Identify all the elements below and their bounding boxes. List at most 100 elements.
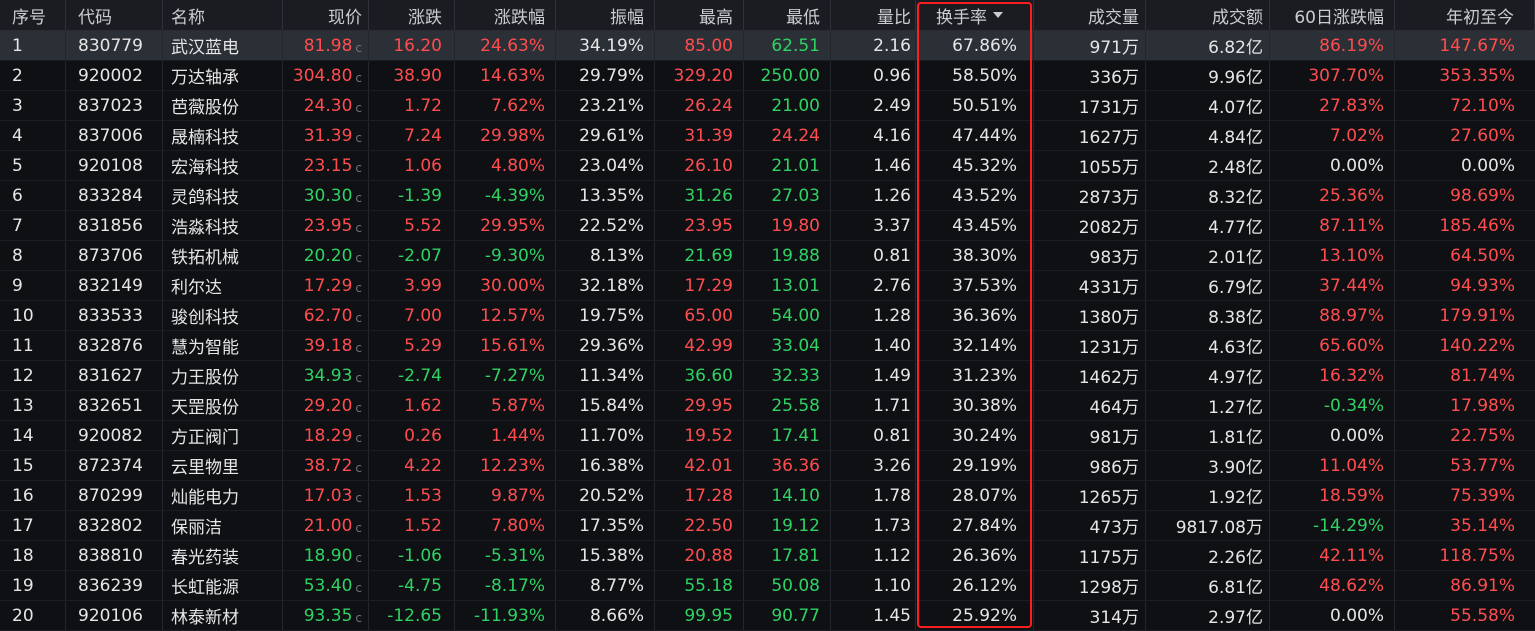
name-cell-value: 保丽洁	[171, 518, 222, 538]
table-row[interactable]: 15 872374 云里物里 38.72 c 4.22 12.23% 16.38% 42.01 3…	[0, 451, 1535, 481]
ytd-change-cell: 81.74%	[1395, 361, 1535, 390]
code-cell: 870299	[66, 481, 163, 510]
table-row[interactable]: 14 920082 方正阀门 18.29 c 0.26 1.44% 11.70% 19.52 17…	[0, 421, 1535, 451]
col-header-ytd[interactable]: 年初至今	[1395, 0, 1535, 30]
amplitude-cell: 13.35%	[556, 181, 655, 210]
low-cell: 25.58	[744, 391, 831, 420]
volume-cell-value: 314万	[1089, 608, 1139, 628]
volume-cell: 1231万	[1034, 331, 1146, 360]
turnover-cell: 27.84%	[916, 511, 1034, 540]
table-row[interactable]: 2 920002 万达轴承 304.80 c 38.90 14.63% 29.79% 329.2…	[0, 61, 1535, 91]
amplitude-cell-value: 23.21%	[579, 95, 644, 116]
volume-cell: 1175万	[1034, 541, 1146, 570]
table-row[interactable]: 11 832876 慧为智能 39.18 c 5.29 15.61% 29.36% 42.99 3…	[0, 331, 1535, 361]
amplitude-cell: 8.66%	[556, 601, 655, 630]
volume-cell-value: 983万	[1089, 248, 1139, 268]
high-cell-value: 23.95	[684, 215, 733, 236]
amplitude-cell-value: 13.35%	[579, 185, 644, 206]
table-row[interactable]: 7 831856 浩淼科技 23.95 c 5.52 29.95% 22.52% 23.95 19…	[0, 211, 1535, 241]
name-cell-value: 武汉蓝电	[171, 38, 239, 58]
col-header-name[interactable]: 名称	[163, 0, 283, 30]
low-cell: 50.08	[744, 571, 831, 600]
volume-cell-value: 1380万	[1078, 308, 1139, 328]
low-cell: 250.00	[744, 61, 831, 90]
price-flag-c: c	[355, 40, 362, 55]
code-cell: 830779	[66, 31, 163, 60]
amplitude-cell-value: 22.52%	[579, 215, 644, 236]
table-row[interactable]: 8 873706 铁拓机械 20.20 c -2.07 -9.30% 8.13% 21.69 19…	[0, 241, 1535, 271]
high-cell: 22.50	[655, 511, 744, 540]
amount-cell: 8.38亿	[1146, 301, 1270, 330]
high-cell-value: 85.00	[684, 35, 733, 56]
volume-cell: 981万	[1034, 421, 1146, 450]
col-header-high[interactable]: 最高	[655, 0, 744, 30]
table-row[interactable]: 16 870299 灿能电力 17.03 c 1.53 9.87% 20.52% 17.28 14…	[0, 481, 1535, 511]
price-cell: 38.72 c	[283, 451, 369, 480]
price-flag-c: c	[355, 280, 362, 295]
vol-ratio-cell-value: 0.81	[873, 245, 911, 266]
ytd-change-cell-value: 94.93%	[1450, 275, 1515, 296]
col-header-idx[interactable]: 序号	[0, 0, 66, 30]
col-header-change[interactable]: 涨跌	[369, 0, 455, 30]
60d-change-cell-value: 86.19%	[1319, 35, 1384, 56]
table-row[interactable]: 3 837023 芭薇股份 24.30 c 1.72 7.62% 23.21% 26.24 21.…	[0, 91, 1535, 121]
name-cell: 骏创科技	[163, 301, 283, 330]
table-row[interactable]: 5 920108 宏海科技 23.15 c 1.06 4.80% 23.04% 26.10 21.…	[0, 151, 1535, 181]
table-row[interactable]: 18 838810 春光药装 18.90 c -1.06 -5.31% 15.38% 20.88…	[0, 541, 1535, 571]
table-row[interactable]: 10 833533 骏创科技 62.70 c 7.00 12.57% 19.75% 65.00 5…	[0, 301, 1535, 331]
idx-cell-value: 18	[12, 545, 34, 566]
table-row[interactable]: 20 920106 林泰新材 93.35 c -12.65 -11.93% 8.66% 99.9…	[0, 601, 1535, 631]
table-row[interactable]: 19 836239 长虹能源 53.40 c -4.75 -8.17% 8.77% 55.18 5…	[0, 571, 1535, 601]
vol-ratio-cell-value: 3.37	[873, 215, 911, 236]
table-row[interactable]: 4 837006 晟楠科技 31.39 c 7.24 29.98% 29.61% 31.39 24…	[0, 121, 1535, 151]
volume-cell: 4331万	[1034, 271, 1146, 300]
change-cell: 4.22	[369, 451, 455, 480]
60d-change-cell-value: -0.34%	[1323, 395, 1384, 416]
volume-cell-value: 986万	[1089, 458, 1139, 478]
code-cell-value: 920082	[78, 425, 143, 446]
table-row[interactable]: 6 833284 灵鸽科技 30.30 c -1.39 -4.39% 13.35% 31.26 2…	[0, 181, 1535, 211]
high-cell: 29.95	[655, 391, 744, 420]
change-cell-value: -1.39	[398, 185, 442, 206]
turnover-cell-value: 26.12%	[952, 575, 1017, 596]
col-header-vol-ratio[interactable]: 量比	[831, 0, 916, 30]
price-cell-value: 38.72	[303, 455, 353, 476]
ytd-change-cell-value: 353.35%	[1439, 65, 1515, 86]
code-cell-value: 870299	[78, 485, 143, 506]
60d-change-cell-value: 307.70%	[1308, 65, 1384, 86]
vol-ratio-cell-value: 1.49	[873, 365, 911, 386]
60d-change-cell-value: 37.44%	[1319, 275, 1384, 296]
idx-cell: 10	[0, 301, 66, 330]
name-cell-value: 长虹能源	[171, 578, 239, 598]
col-header-code[interactable]: 代码	[66, 0, 163, 30]
amplitude-cell: 11.34%	[556, 361, 655, 390]
volume-cell: 1380万	[1034, 301, 1146, 330]
table-row[interactable]: 17 832802 保丽洁 21.00 c 1.52 7.80% 17.35% 22.50 19.…	[0, 511, 1535, 541]
col-header-60d[interactable]: 60日涨跌幅	[1270, 0, 1395, 30]
ytd-change-cell: 17.98%	[1395, 391, 1535, 420]
col-header-turnover[interactable]: 换手率	[916, 0, 1034, 30]
high-cell-value: 20.88	[684, 545, 733, 566]
col-header-price[interactable]: 现价	[283, 0, 369, 30]
table-row[interactable]: 9 832149 利尔达 17.29 c 3.99 30.00% 32.18% 17.29 13.…	[0, 271, 1535, 301]
change-cell: -1.39	[369, 181, 455, 210]
high-cell-value: 19.52	[684, 425, 733, 446]
vol-ratio-cell: 1.10	[831, 571, 916, 600]
col-header-amount[interactable]: 成交额	[1146, 0, 1270, 30]
col-header-volume[interactable]: 成交量	[1034, 0, 1146, 30]
table-row[interactable]: 1 830779 武汉蓝电 81.98 c 16.20 24.63% 34.19% 85.00 6…	[0, 31, 1535, 61]
table-row[interactable]: 13 832651 天罡股份 29.20 c 1.62 5.87% 15.84% 29.95 25…	[0, 391, 1535, 421]
turnover-cell: 26.12%	[916, 571, 1034, 600]
table-row[interactable]: 12 831627 力王股份 34.93 c -2.74 -7.27% 11.34% 36.60…	[0, 361, 1535, 391]
col-header-low[interactable]: 最低	[744, 0, 831, 30]
idx-cell: 13	[0, 391, 66, 420]
change-pct-cell-value: 29.98%	[480, 125, 545, 146]
col-header-change-pct[interactable]: 涨跌幅	[455, 0, 556, 30]
vol-ratio-cell-value: 1.71	[873, 395, 911, 416]
col-header-amplitude[interactable]: 振幅	[556, 0, 655, 30]
vol-ratio-cell-value: 1.28	[873, 305, 911, 326]
price-cell: 20.20 c	[283, 241, 369, 270]
name-cell: 利尔达	[163, 271, 283, 300]
volume-cell: 986万	[1034, 451, 1146, 480]
name-cell: 天罡股份	[163, 391, 283, 420]
